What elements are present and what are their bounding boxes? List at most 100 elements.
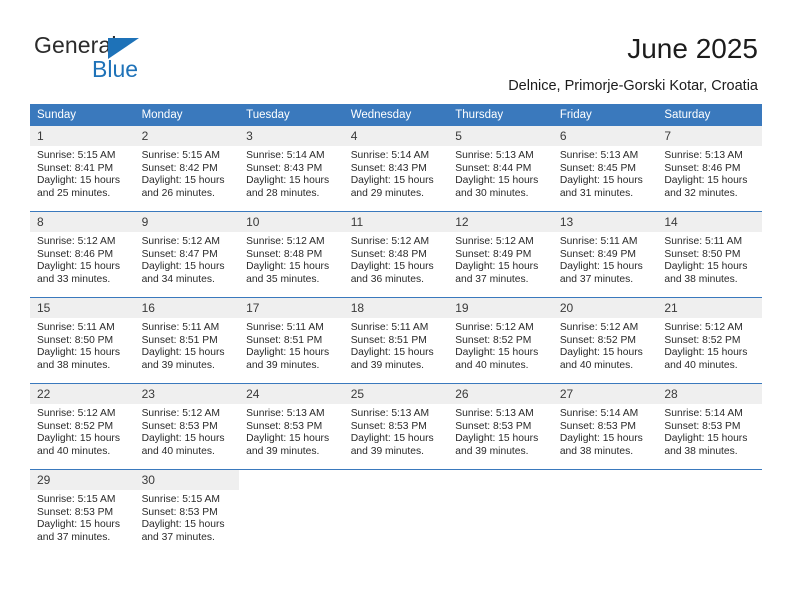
sunset-text: Sunset: 8:41 PM [37,162,114,174]
daylight-text: Daylight: 15 hours and 40 minutes. [664,347,748,371]
day-cell-empty [448,469,553,555]
daylight-text: Daylight: 15 hours and 39 minutes. [350,347,434,371]
daylight-text: Daylight: 15 hours and 35 minutes. [246,261,330,285]
day-details: Sunrise: 5:15 AM Sunset: 8:42 PM Dayligh… [135,146,240,200]
day-cell[interactable]: 28 Sunrise: 5:14 AM Sunset: 8:53 PM Dayl… [657,383,762,470]
day-cell[interactable]: 29 Sunrise: 5:15 AM Sunset: 8:53 PM Dayl… [30,469,135,555]
day-cell[interactable]: 2 Sunrise: 5:15 AM Sunset: 8:42 PM Dayli… [134,126,240,212]
day-details: Sunrise: 5:15 AM Sunset: 8:41 PM Dayligh… [30,146,135,200]
day-cell[interactable]: 20 Sunrise: 5:12 AM Sunset: 8:52 PM Dayl… [552,297,658,384]
day-number: 16 [134,298,240,318]
daylight-text: Daylight: 15 hours and 37 minutes. [37,519,120,543]
daylight-text: Daylight: 15 hours and 36 minutes. [350,261,434,285]
daylight-text: Daylight: 15 hours and 40 minutes. [141,433,225,457]
day-cell[interactable]: 9 Sunrise: 5:12 AM Sunset: 8:47 PM Dayli… [134,211,240,298]
sunrise-text: Sunrise: 5:12 AM [141,236,220,247]
day-cell[interactable]: 22 Sunrise: 5:12 AM Sunset: 8:52 PM Dayl… [30,383,135,470]
sunset-text: Sunset: 8:53 PM [559,420,636,432]
day-number: 5 [448,126,553,146]
day-details: Sunrise: 5:11 AM Sunset: 8:50 PM Dayligh… [30,318,135,372]
sunset-text: Sunset: 8:50 PM [664,248,741,260]
day-cell[interactable]: 23 Sunrise: 5:12 AM Sunset: 8:53 PM Dayl… [134,383,240,470]
day-cell[interactable]: 17 Sunrise: 5:11 AM Sunset: 8:51 PM Dayl… [239,297,344,384]
day-number [343,470,449,490]
sunset-text: Sunset: 8:49 PM [455,248,532,260]
sunset-text: Sunset: 8:51 PM [350,334,427,346]
day-cell[interactable]: 24 Sunrise: 5:13 AM Sunset: 8:53 PM Dayl… [239,383,344,470]
weekday-header-wednesday: Wednesday [343,104,449,126]
day-details: Sunrise: 5:15 AM Sunset: 8:53 PM Dayligh… [135,490,240,544]
page-header: General Blue June 2025 Delnice, Primorje… [0,0,792,100]
day-cell[interactable]: 30 Sunrise: 5:15 AM Sunset: 8:53 PM Dayl… [134,469,240,555]
sunset-text: Sunset: 8:46 PM [37,248,114,260]
day-cell[interactable]: 11 Sunrise: 5:12 AM Sunset: 8:48 PM Dayl… [343,211,449,298]
daylight-text: Daylight: 15 hours and 31 minutes. [559,175,643,199]
sunrise-text: Sunrise: 5:14 AM [559,408,639,419]
day-cell[interactable]: 27 Sunrise: 5:14 AM Sunset: 8:53 PM Dayl… [552,383,658,470]
day-cell[interactable]: 21 Sunrise: 5:12 AM Sunset: 8:52 PM Dayl… [657,297,762,384]
sunrise-text: Sunrise: 5:12 AM [37,408,116,419]
day-cell[interactable]: 6 Sunrise: 5:13 AM Sunset: 8:45 PM Dayli… [552,126,658,212]
logo-secondary-text: Blue [92,56,139,82]
day-cell[interactable]: 1 Sunrise: 5:15 AM Sunset: 8:41 PM Dayli… [30,126,135,212]
sunset-text: Sunset: 8:51 PM [141,334,218,346]
sunset-text: Sunset: 8:51 PM [246,334,323,346]
day-number: 26 [448,384,553,404]
sunrise-sunset-calendar-page: General Blue June 2025 Delnice, Primorje… [0,0,792,612]
sunset-text: Sunset: 8:48 PM [246,248,323,260]
day-cell[interactable]: 18 Sunrise: 5:11 AM Sunset: 8:51 PM Dayl… [343,297,449,384]
daylight-text: Daylight: 15 hours and 39 minutes. [141,347,225,371]
day-cell[interactable]: 4 Sunrise: 5:14 AM Sunset: 8:43 PM Dayli… [343,126,449,212]
day-number: 7 [657,126,762,146]
day-details: Sunrise: 5:11 AM Sunset: 8:51 PM Dayligh… [135,318,240,372]
sunrise-text: Sunrise: 5:12 AM [664,322,743,333]
daylight-text: Daylight: 15 hours and 25 minutes. [37,175,120,199]
day-cell[interactable]: 3 Sunrise: 5:14 AM Sunset: 8:43 PM Dayli… [239,126,344,212]
weekday-header-monday: Monday [134,104,240,126]
day-number: 9 [134,212,240,232]
daylight-text: Daylight: 15 hours and 39 minutes. [246,433,330,457]
day-cell[interactable]: 25 Sunrise: 5:13 AM Sunset: 8:53 PM Dayl… [343,383,449,470]
day-details: Sunrise: 5:14 AM Sunset: 8:53 PM Dayligh… [553,404,658,458]
day-cell[interactable]: 10 Sunrise: 5:12 AM Sunset: 8:48 PM Dayl… [239,211,344,298]
day-number: 29 [30,470,135,490]
sunrise-text: Sunrise: 5:11 AM [37,322,115,333]
sunset-text: Sunset: 8:53 PM [141,420,218,432]
day-cell[interactable]: 12 Sunrise: 5:12 AM Sunset: 8:49 PM Dayl… [448,211,553,298]
calendar-week-row: 8 Sunrise: 5:12 AM Sunset: 8:46 PM Dayli… [30,211,762,298]
day-number [657,470,762,490]
day-details: Sunrise: 5:14 AM Sunset: 8:43 PM Dayligh… [239,146,344,200]
day-cell[interactable]: 16 Sunrise: 5:11 AM Sunset: 8:51 PM Dayl… [134,297,240,384]
sunrise-text: Sunrise: 5:15 AM [37,494,116,505]
day-details: Sunrise: 5:11 AM Sunset: 8:50 PM Dayligh… [657,232,762,286]
weekday-header-tuesday: Tuesday [239,104,344,126]
day-cell[interactable]: 5 Sunrise: 5:13 AM Sunset: 8:44 PM Dayli… [448,126,553,212]
day-number: 4 [343,126,449,146]
sunset-text: Sunset: 8:50 PM [37,334,114,346]
calendar-body: 1 Sunrise: 5:15 AM Sunset: 8:41 PM Dayli… [30,126,762,555]
daylight-text: Daylight: 15 hours and 39 minutes. [246,347,330,371]
day-cell[interactable]: 15 Sunrise: 5:11 AM Sunset: 8:50 PM Dayl… [30,297,135,384]
day-cell[interactable]: 13 Sunrise: 5:11 AM Sunset: 8:49 PM Dayl… [552,211,658,298]
day-details: Sunrise: 5:13 AM Sunset: 8:44 PM Dayligh… [448,146,553,200]
day-details: Sunrise: 5:12 AM Sunset: 8:53 PM Dayligh… [135,404,240,458]
day-details: Sunrise: 5:12 AM Sunset: 8:52 PM Dayligh… [30,404,135,458]
sunrise-text: Sunrise: 5:12 AM [455,322,534,333]
day-cell[interactable]: 19 Sunrise: 5:12 AM Sunset: 8:52 PM Dayl… [448,297,553,384]
day-details: Sunrise: 5:12 AM Sunset: 8:52 PM Dayligh… [448,318,553,372]
day-cell[interactable]: 8 Sunrise: 5:12 AM Sunset: 8:46 PM Dayli… [30,211,135,298]
sunset-text: Sunset: 8:52 PM [559,334,636,346]
logo-primary-text: General [34,32,117,58]
page-subtitle-location: Delnice, Primorje-Gorski Kotar, Croatia [508,78,758,94]
day-cell[interactable]: 26 Sunrise: 5:13 AM Sunset: 8:53 PM Dayl… [448,383,553,470]
weekday-header-row: Sunday Monday Tuesday Wednesday Thursday… [30,104,762,126]
day-cell-empty [239,469,344,555]
daylight-text: Daylight: 15 hours and 33 minutes. [37,261,120,285]
daylight-text: Daylight: 15 hours and 38 minutes. [559,433,643,457]
sunrise-text: Sunrise: 5:13 AM [350,408,430,419]
day-cell[interactable]: 14 Sunrise: 5:11 AM Sunset: 8:50 PM Dayl… [657,211,762,298]
day-number: 24 [239,384,344,404]
sunset-text: Sunset: 8:44 PM [455,162,532,174]
sunset-text: Sunset: 8:53 PM [141,506,218,518]
day-cell[interactable]: 7 Sunrise: 5:13 AM Sunset: 8:46 PM Dayli… [657,126,762,212]
